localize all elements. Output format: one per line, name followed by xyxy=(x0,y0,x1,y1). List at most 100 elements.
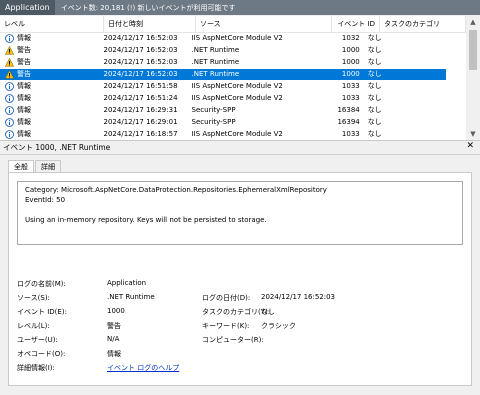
close-icon[interactable]: ✕ xyxy=(466,141,474,151)
event-date: 2024/12/17 16:29:01 xyxy=(103,118,178,126)
task-category-label: タスクのカテゴリ(Y): xyxy=(202,308,271,316)
warning-icon xyxy=(5,58,14,67)
event-task-category: なし xyxy=(367,94,382,102)
event-source: .NET Runtime xyxy=(191,46,240,54)
event-source: IIS AspNetCore Module V2 xyxy=(191,94,283,102)
column-header-date[interactable]: 日付と時刻 xyxy=(104,16,196,32)
event-task-category: なし xyxy=(367,130,382,138)
event-task-category: なし xyxy=(367,58,382,66)
event-date: 2024/12/17 16:51:58 xyxy=(103,82,178,90)
info-icon xyxy=(5,34,14,43)
column-header-level[interactable]: レベル xyxy=(0,16,104,32)
event-date: 2024/12/17 16:52:03 xyxy=(103,46,178,54)
event-date: 2024/12/17 16:51:24 xyxy=(103,94,178,102)
column-header-task-category[interactable]: タスクのカテゴリ xyxy=(380,16,466,32)
event-id: 1000 xyxy=(341,58,360,66)
info-icon xyxy=(5,106,14,115)
event-level-text: 情報 xyxy=(17,106,31,114)
event-id: 1033 xyxy=(341,130,360,138)
event-task-category: なし xyxy=(367,46,382,54)
log-name-value: Application xyxy=(107,279,147,287)
message-line: EventId: 50 xyxy=(25,196,66,204)
event-message[interactable]: Category: Microsoft.AspNetCore.DataProte… xyxy=(17,181,463,245)
opcode-value: 情報 xyxy=(107,350,121,358)
detail-tabs: 全般 詳細 xyxy=(8,160,62,174)
info-icon xyxy=(5,94,14,103)
event-task-category: なし xyxy=(367,82,382,90)
event-row[interactable]: 警告 2024/12/17 16:52:03 .NET Runtime 1000 なし xyxy=(0,45,446,56)
event-row[interactable]: 情報 2024/12/17 16:51:58 IIS AspNetCore Modu… xyxy=(0,81,446,92)
event-date: 2024/12/17 16:52:03 xyxy=(103,70,178,78)
scroll-up-icon[interactable]: ▲ xyxy=(466,16,480,28)
event-count-status[interactable]: イベント数: 20,181 (!) 新しいイベントが利用可能です xyxy=(55,3,236,13)
event-id: 1033 xyxy=(341,94,360,102)
event-id-value: 1000 xyxy=(107,307,125,315)
event-level: 警告 xyxy=(0,69,100,80)
event-list-scrollbar[interactable]: ▲ ▼ xyxy=(466,16,480,140)
task-category-value: なし xyxy=(261,308,275,316)
source-value: .NET Runtime xyxy=(107,293,155,301)
keywords-label: キーワード(K): xyxy=(202,322,250,330)
event-list[interactable]: レベル 日付と時刻 ソース イベント ID タスクのカテゴリ 情報 2024/12… xyxy=(0,16,480,141)
detail-title: イベント 1000, .NET Runtime xyxy=(3,143,111,152)
event-level: 情報 xyxy=(0,129,100,140)
event-row[interactable]: 警告 2024/12/17 16:52:03 .NET Runtime 1000 なし xyxy=(0,69,446,80)
event-date: 2024/12/17 16:52:03 xyxy=(103,34,178,42)
event-level: 情報 xyxy=(0,93,100,104)
event-source: Security-SPP xyxy=(191,118,236,126)
keywords-value: クラシック xyxy=(261,322,296,330)
event-log-help-link[interactable]: イベント ログのヘルプ xyxy=(107,363,179,373)
event-id: 16384 xyxy=(337,106,360,114)
event-level: 情報 xyxy=(0,117,100,128)
event-source: .NET Runtime xyxy=(191,70,240,78)
event-level-text: 情報 xyxy=(17,130,31,138)
info-icon xyxy=(5,118,14,127)
event-source: IIS AspNetCore Module V2 xyxy=(191,82,283,90)
info-icon xyxy=(5,82,14,91)
event-date: 2024/12/17 16:18:57 xyxy=(103,130,178,138)
info-icon xyxy=(5,130,14,139)
scrollbar-thumb[interactable] xyxy=(469,30,477,70)
event-id: 1000 xyxy=(341,70,360,78)
user-label: ユーザー(U): xyxy=(17,336,58,344)
event-row[interactable]: 情報 2024/12/17 16:29:01 Security-SPP 16394 なし xyxy=(0,117,446,128)
user-value: N/A xyxy=(107,335,120,343)
event-task-category: なし xyxy=(367,106,382,114)
event-date: 2024/12/17 16:29:31 xyxy=(103,106,178,114)
warning-icon xyxy=(5,46,14,55)
event-task-category: なし xyxy=(367,118,382,126)
event-level-text: 情報 xyxy=(17,82,31,90)
event-row[interactable]: 情報 2024/12/17 16:52:03 IIS AspNetCore Modu… xyxy=(0,33,446,44)
event-level: 警告 xyxy=(0,45,100,56)
event-date: 2024/12/17 16:52:03 xyxy=(103,58,178,66)
event-task-category: なし xyxy=(367,34,382,42)
event-level-text: 情報 xyxy=(17,118,31,126)
logged-value: 2024/12/17 16:52:03 xyxy=(261,293,336,301)
event-source: .NET Runtime xyxy=(191,58,240,66)
event-id: 1000 xyxy=(341,46,360,54)
event-level-text: 情報 xyxy=(17,94,31,102)
event-source: Security-SPP xyxy=(191,106,236,114)
event-level: 情報 xyxy=(0,81,100,92)
event-row[interactable]: 警告 2024/12/17 16:52:03 .NET Runtime 1000 なし xyxy=(0,57,446,68)
column-header-source[interactable]: ソース xyxy=(196,16,332,32)
warning-icon xyxy=(5,70,14,79)
scroll-down-icon[interactable]: ▼ xyxy=(466,128,480,140)
event-row[interactable]: 情報 2024/12/17 16:18:57 IIS AspNetCore Modu… xyxy=(0,129,446,140)
level-label: レベル(L): xyxy=(17,322,50,330)
logged-label: ログの日付(D): xyxy=(202,294,251,302)
event-row[interactable]: 情報 2024/12/17 16:29:31 Security-SPP 16384 なし xyxy=(0,105,446,116)
more-info-label: 詳細情報(I): xyxy=(17,364,55,372)
event-id: 16394 xyxy=(337,118,360,126)
column-header-event-id[interactable]: イベント ID xyxy=(332,16,380,32)
event-row[interactable]: 情報 2024/12/17 16:51:24 IIS AspNetCore Modu… xyxy=(0,93,446,104)
opcode-label: オペコード(O): xyxy=(17,350,66,358)
source-label: ソース(S): xyxy=(17,294,50,302)
computer-label: コンピューター(R): xyxy=(202,336,264,344)
event-task-category: なし xyxy=(367,70,382,78)
event-source: IIS AspNetCore Module V2 xyxy=(191,130,283,138)
title-bar: Application イベント数: 20,181 (!) 新しいイベントが利用… xyxy=(0,0,480,15)
event-list-header: レベル 日付と時刻 ソース イベント ID タスクのカテゴリ xyxy=(0,16,466,33)
message-line xyxy=(25,205,455,215)
message-line: Category: Microsoft.AspNetCore.DataProte… xyxy=(25,186,327,194)
